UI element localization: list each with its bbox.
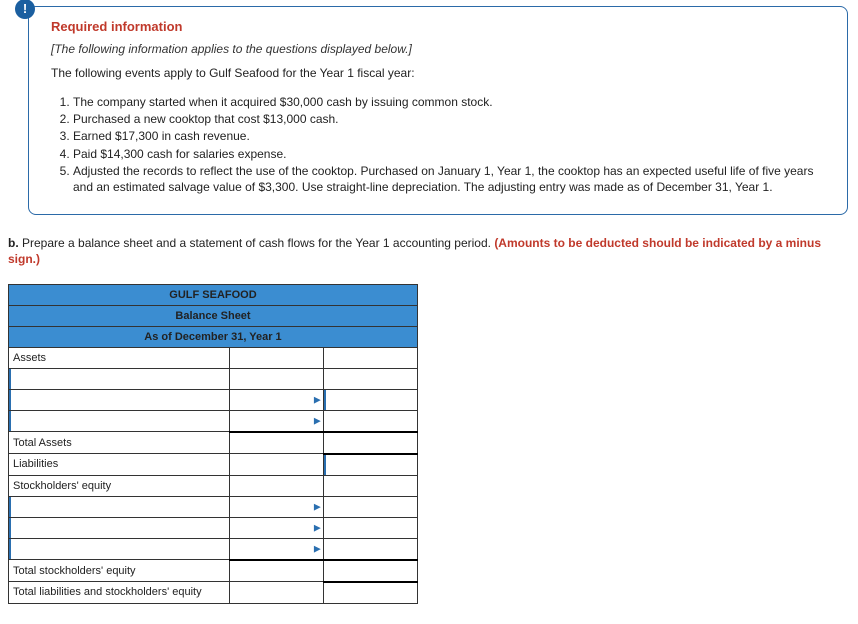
empty-cell [229,582,323,604]
account-select[interactable] [9,368,230,389]
amount-input[interactable]: ▶ [229,496,323,517]
liabilities-value[interactable] [323,454,417,476]
event-list: The company started when it acquired $30… [55,94,825,195]
amount-input[interactable] [229,368,323,389]
dropdown-arrow-icon: ▶ [314,415,321,426]
empty-cell [229,560,323,582]
intro-text: The following events apply to Gulf Seafo… [51,66,825,80]
dropdown-arrow-icon: ▶ [314,501,321,512]
alert-badge-icon: ! [15,0,35,19]
row-total-assets-label: Total Assets [9,432,230,454]
empty-cell [229,432,323,454]
empty-cell [323,347,417,368]
event-item: Earned $17,300 in cash revenue. [73,128,825,144]
account-select[interactable] [9,538,230,560]
amount-input[interactable] [323,410,417,432]
row-liabilities-label: Liabilities [9,454,230,476]
table-date: As of December 31, Year 1 [9,326,418,347]
event-item: Adjusted the records to reflect the use … [73,163,825,195]
account-select[interactable] [9,410,230,432]
row-total-liab-se-label: Total liabilities and stockholders' equi… [9,582,230,604]
required-info-heading: Required information [51,19,825,34]
context-note: [The following information applies to th… [51,42,825,56]
amount-input[interactable]: ▶ [229,389,323,410]
empty-cell [323,538,417,560]
total-liab-se-value[interactable] [323,582,417,604]
question-prefix: b. [8,236,19,250]
empty-cell [323,517,417,538]
table-subtitle: Balance Sheet [9,305,418,326]
empty-cell [229,454,323,476]
question-text: Prepare a balance sheet and a statement … [19,236,495,250]
total-assets-value[interactable] [323,432,417,454]
row-total-se-label: Total stockholders' equity [9,560,230,582]
amount-input[interactable]: ▶ [229,410,323,432]
empty-cell [229,475,323,496]
empty-cell [323,496,417,517]
dropdown-arrow-icon: ▶ [314,394,321,405]
empty-cell [229,347,323,368]
account-select[interactable] [9,517,230,538]
dropdown-arrow-icon: ▶ [314,543,321,554]
amount-input[interactable] [323,389,417,410]
event-item: The company started when it acquired $30… [73,94,825,110]
amount-input[interactable]: ▶ [229,538,323,560]
event-item: Purchased a new cooktop that cost $13,00… [73,111,825,127]
dropdown-arrow-icon: ▶ [314,522,321,533]
account-select[interactable] [9,496,230,517]
amount-input[interactable]: ▶ [229,517,323,538]
empty-cell [323,368,417,389]
account-select[interactable] [9,389,230,410]
balance-sheet-table: GULF SEAFOOD Balance Sheet As of Decembe… [8,284,418,604]
event-item: Paid $14,300 cash for salaries expense. [73,146,825,162]
empty-cell [323,475,417,496]
total-se-value[interactable] [323,560,417,582]
row-assets-label: Assets [9,347,230,368]
table-title: GULF SEAFOOD [9,284,418,305]
question-prompt: b. Prepare a balance sheet and a stateme… [8,235,848,267]
row-stockholders-equity-label: Stockholders' equity [9,475,230,496]
required-info-box: ! Required information [The following in… [28,6,848,215]
